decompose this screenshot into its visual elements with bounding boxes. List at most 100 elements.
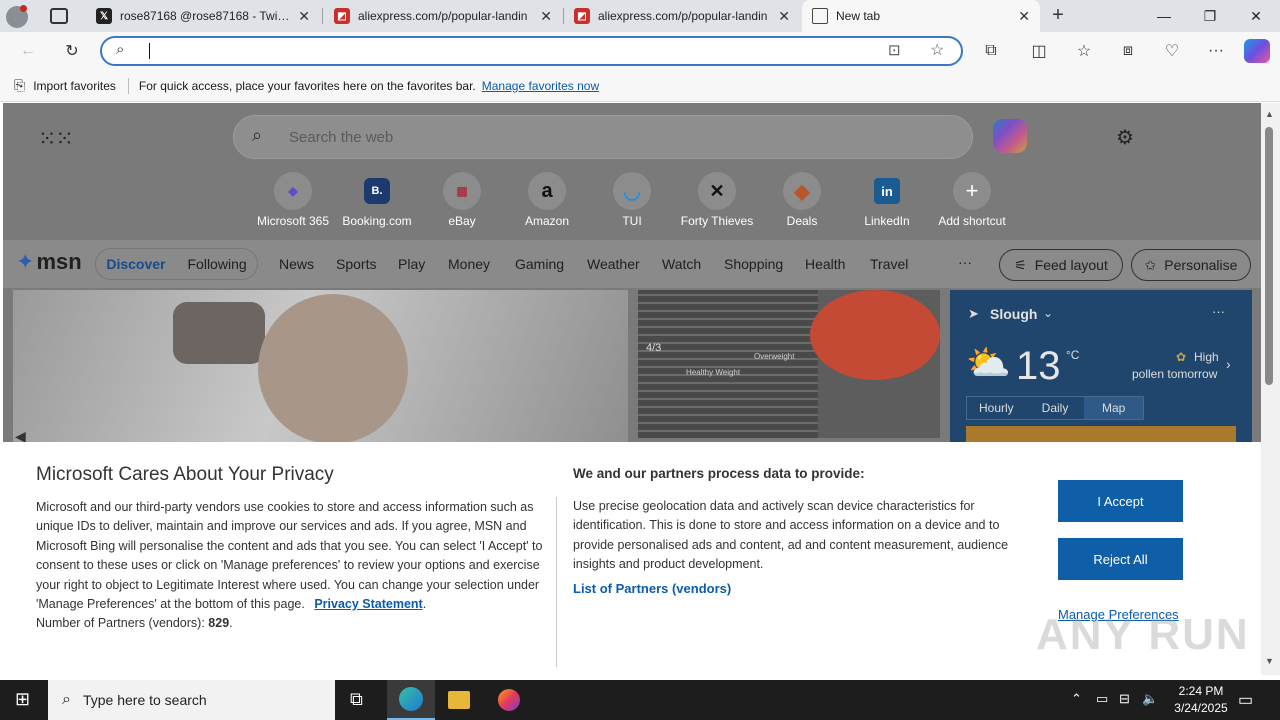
personalise-button[interactable]: ✩ Personalise [1131, 249, 1251, 281]
file-explorer-icon[interactable] [448, 691, 470, 709]
nav-news[interactable]: News [279, 256, 314, 272]
window-close-button[interactable]: ✕ [1233, 0, 1279, 32]
shaker-image [173, 302, 265, 364]
tab-divider [322, 8, 323, 24]
reject-all-button[interactable]: Reject All [1058, 538, 1183, 580]
volume-icon[interactable]: 🔈 [1142, 691, 1158, 707]
search-icon: ⌕ [252, 125, 263, 145]
weather-more[interactable]: ··· [1212, 304, 1225, 319]
apps-grid-icon[interactable]: ⁙⁙ [38, 126, 74, 152]
device-icon[interactable]: ▭ [1096, 691, 1108, 707]
nav-travel[interactable]: Travel [870, 256, 908, 272]
settings-gear-icon[interactable]: ⚙ [1116, 125, 1134, 150]
web-search-box[interactable]: ⌕ Search the web [233, 115, 973, 159]
shortcut-add[interactable]: + Add shortcut [930, 172, 1014, 228]
scrollbar[interactable]: ▲ ▼ [1261, 103, 1280, 675]
task-view-icon[interactable]: ⧉ [350, 689, 363, 710]
notifications-icon[interactable]: ▭ [1238, 690, 1253, 710]
tab-twitter[interactable]: 𝕏 rose87168 @rose87168 - Twitter P ✕ [86, 0, 320, 32]
news-card[interactable]: 4/3 Healthy Weight Overweight [638, 290, 940, 438]
tab-following[interactable]: Following [188, 256, 247, 272]
pollen-level: High [1194, 350, 1219, 364]
ebay-icon: ▦ [443, 172, 481, 210]
tab-daily[interactable]: Daily [1026, 397, 1085, 419]
minimize-button[interactable]: — [1141, 0, 1187, 32]
edge-taskbar-button[interactable] [387, 680, 435, 720]
close-tab-icon[interactable]: ✕ [778, 8, 790, 25]
partners-list-link[interactable]: List of Partners (vendors) [573, 581, 731, 596]
nav-health[interactable]: Health [805, 256, 845, 272]
favorites-icon[interactable]: ☆ [1070, 38, 1098, 64]
address-bar[interactable]: ⌕ ⊡ ☆ [100, 36, 963, 66]
tab-aliexpress-2[interactable]: ◩ aliexpress.com/p/popular-landin ✕ [564, 0, 800, 32]
profile-alert-dot [20, 5, 27, 12]
nav-shopping[interactable]: Shopping [724, 256, 783, 272]
chevron-down-icon[interactable]: ⌄ [1043, 306, 1053, 320]
restore-button[interactable]: ❐ [1187, 0, 1233, 32]
scroll-down-icon[interactable]: ▼ [1265, 656, 1274, 666]
nav-watch[interactable]: Watch [662, 256, 701, 272]
shortcut-booking[interactable]: B. Booking.com [335, 172, 419, 228]
import-favorites-button[interactable]: Import favorites [33, 79, 116, 93]
favorite-star-icon[interactable]: ☆ [930, 40, 944, 60]
back-button[interactable]: ← [14, 38, 42, 64]
copilot-icon[interactable] [993, 119, 1027, 153]
shortcut-linkedin[interactable]: in LinkedIn [845, 172, 929, 228]
feed-layout-button[interactable]: ⚟ Feed layout [999, 249, 1123, 281]
tab-aliexpress-1[interactable]: ◩ aliexpress.com/p/popular-landin ✕ [324, 0, 562, 32]
immersive-reader-icon[interactable]: ⊡ [888, 41, 901, 59]
weather-view-tabs: Hourly Daily Map [966, 396, 1144, 420]
collections-icon[interactable]: ⧈ [1114, 38, 1142, 64]
close-tab-icon[interactable]: ✕ [298, 8, 310, 25]
tab-discover[interactable]: Discover [106, 256, 165, 272]
close-tab-icon[interactable]: ✕ [1018, 8, 1030, 25]
settings-more-icon[interactable]: ··· [1202, 38, 1230, 64]
scroll-thumb[interactable] [1265, 127, 1273, 385]
nav-gaming[interactable]: Gaming [515, 256, 564, 272]
windows-start-icon[interactable]: ⊞ [15, 689, 30, 710]
firefox-icon[interactable] [498, 689, 520, 711]
tab-actions-icon[interactable] [50, 8, 68, 24]
copilot-icon[interactable] [1244, 39, 1270, 63]
shortcut-amazon[interactable]: a Amazon [505, 172, 589, 228]
shortcut-forty-thieves[interactable]: ✕ Forty Thieves [675, 172, 759, 228]
weather-map[interactable] [966, 426, 1236, 442]
scroll-up-icon[interactable]: ▲ [1265, 109, 1274, 119]
nav-play[interactable]: Play [398, 256, 425, 272]
close-tab-icon[interactable]: ✕ [540, 8, 552, 25]
privacy-statement-link[interactable]: Privacy Statement [314, 597, 422, 611]
accept-button[interactable]: I Accept [1058, 480, 1183, 522]
extensions-icon[interactable]: ⧉ [977, 38, 1005, 64]
tab-hourly[interactable]: Hourly [967, 397, 1026, 419]
new-tab-button[interactable]: + [1046, 4, 1070, 28]
refresh-button[interactable]: ↻ [58, 38, 86, 64]
aliexpress-icon: ◩ [574, 8, 590, 24]
nav-more[interactable]: ··· [958, 254, 972, 270]
tab-new-tab[interactable]: New tab ✕ [802, 0, 1040, 32]
chevron-right-icon[interactable]: › [1226, 356, 1231, 372]
shortcut-tui[interactable]: ◡ TUI [590, 172, 674, 228]
clock-date[interactable]: 3/24/2025 [1166, 701, 1236, 715]
clock-time[interactable]: 2:24 PM [1170, 684, 1232, 698]
nav-weather[interactable]: Weather [587, 256, 640, 272]
network-icon[interactable]: ⊟ [1119, 691, 1130, 707]
partners-count: 829 [208, 616, 230, 631]
tui-icon: ◡ [613, 172, 651, 210]
data-processing-title: We and our partners process data to prov… [573, 466, 865, 481]
nav-sports[interactable]: Sports [336, 256, 376, 272]
shortcut-microsoft365[interactable]: ◆ Microsoft 365 [251, 172, 335, 228]
browser-essentials-icon[interactable]: ♡ [1158, 38, 1186, 64]
chevron-up-icon[interactable]: ⌃ [1071, 691, 1082, 707]
weather-location[interactable]: Slough [990, 306, 1037, 322]
shortcut-ebay[interactable]: ▦ eBay [420, 172, 504, 228]
shortcut-deals[interactable]: ◆ Deals [760, 172, 844, 228]
tab-map[interactable]: Map [1084, 397, 1144, 419]
msn-logo[interactable]: ✦ msn [16, 249, 82, 275]
weather-card[interactable]: ➤ Slough ⌄ ··· ⛅ 13 °C ✿ High pollen tom… [950, 290, 1252, 442]
taskbar-search[interactable]: ⌕ Type here to search [48, 680, 335, 720]
manage-favorites-link[interactable]: Manage favorites now [482, 79, 599, 93]
hero-card[interactable]: ◀ [13, 290, 628, 444]
location-arrow-icon: ➤ [968, 306, 979, 321]
split-screen-icon[interactable]: ◫ [1025, 38, 1053, 64]
nav-money[interactable]: Money [448, 256, 490, 272]
